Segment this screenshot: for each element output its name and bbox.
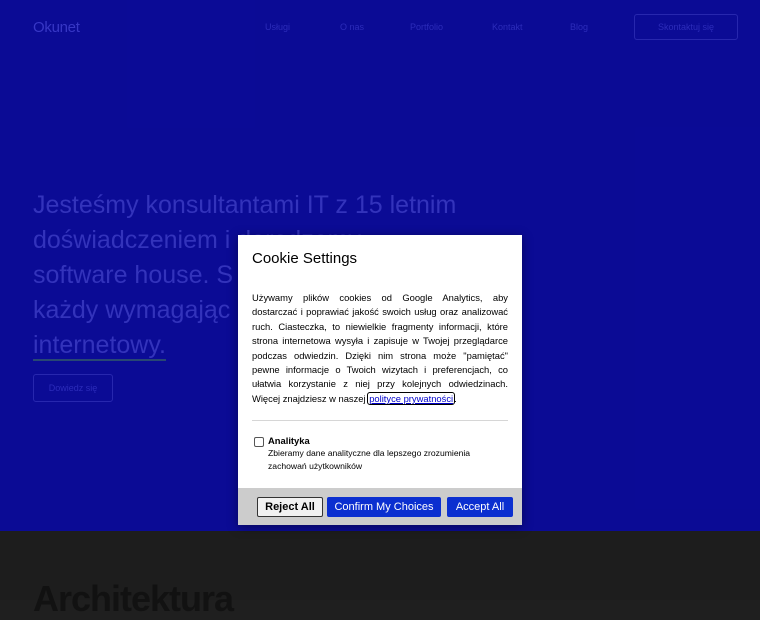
- cookie-description-text: Używamy plików cookies od Google Analyti…: [252, 292, 508, 404]
- analytics-checkbox[interactable]: [254, 437, 264, 447]
- analytics-option-label[interactable]: Analityka: [268, 435, 310, 446]
- analytics-option-description: Zbieramy dane analityczne dla lepszego z…: [268, 448, 471, 471]
- cookie-settings-dialog: Cookie Settings Używamy plików cookies o…: [238, 235, 522, 525]
- confirm-choices-button[interactable]: Confirm My Choices: [327, 497, 441, 517]
- dialog-footer: Reject All Confirm My Choices Accept All: [238, 488, 522, 525]
- divider: [252, 420, 508, 421]
- accept-all-button[interactable]: Accept All: [447, 497, 513, 517]
- cookie-description: Używamy plików cookies od Google Analyti…: [252, 292, 508, 405]
- privacy-policy-link[interactable]: polityce prywatności: [367, 391, 456, 405]
- dialog-title: Cookie Settings: [252, 250, 358, 267]
- reject-all-button[interactable]: Reject All: [257, 497, 323, 517]
